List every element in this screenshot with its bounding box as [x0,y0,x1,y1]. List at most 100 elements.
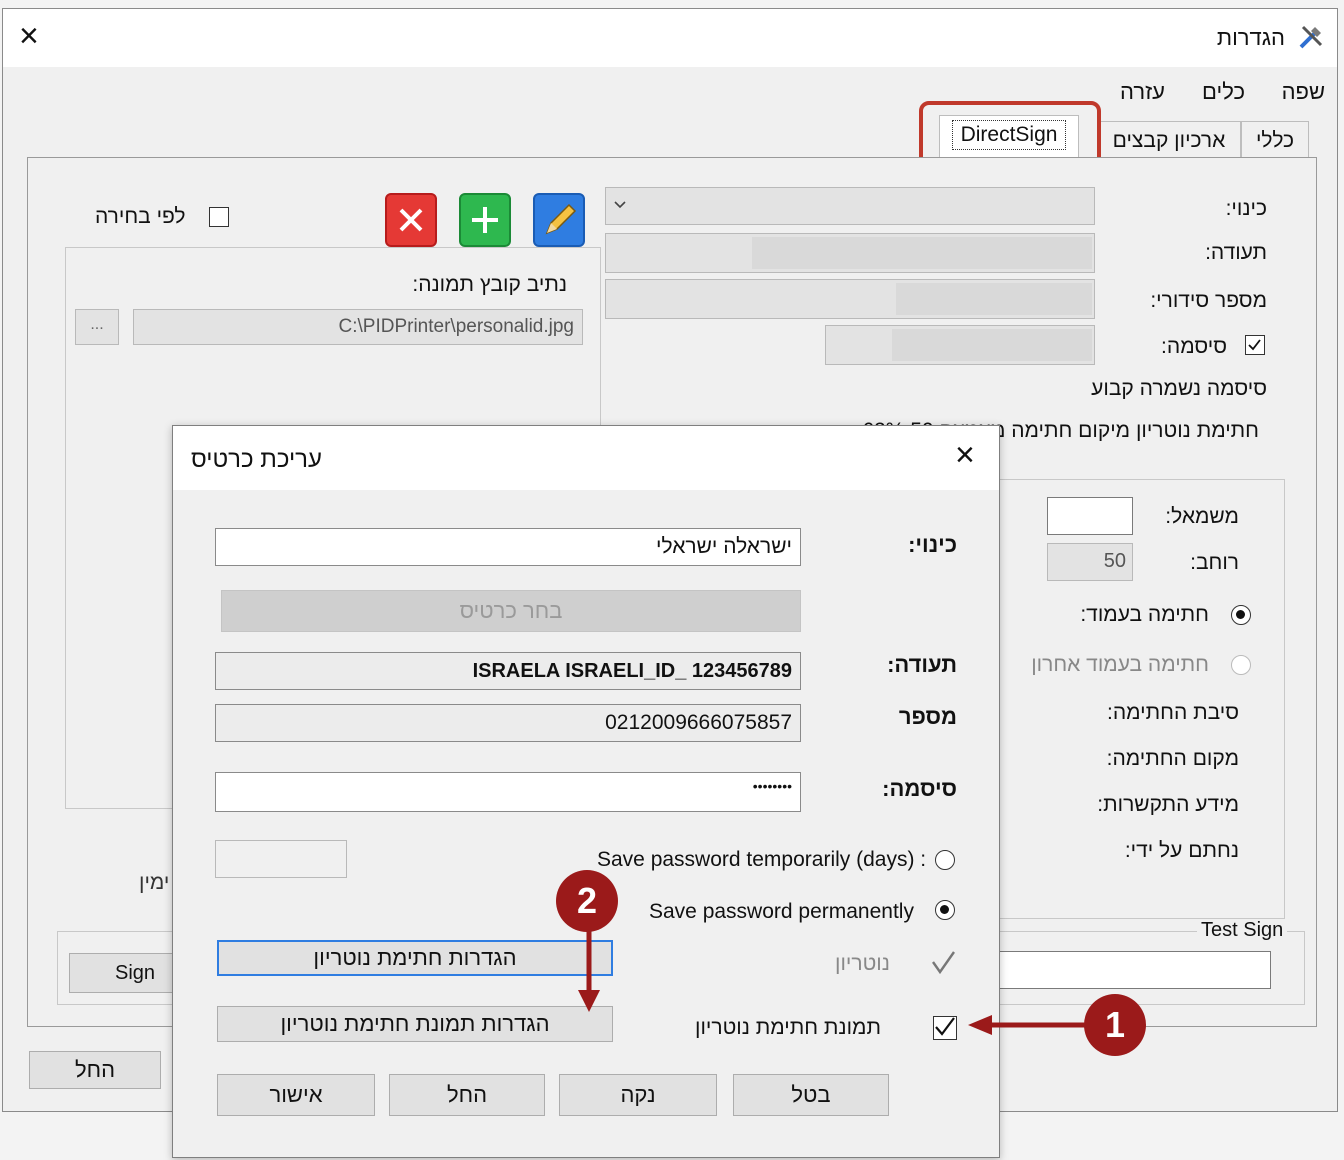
settings-tools-icon [1295,21,1327,53]
callout-2-arrow [578,926,600,1012]
callout-1: 1 [1084,994,1146,1056]
add-button[interactable] [459,193,511,247]
window-title: הגדרות [1216,25,1285,50]
cert-redacted [752,237,1092,269]
callout-2: 2 [556,870,618,932]
serial-redacted [896,283,1092,315]
dialog-password-value: •••••••• [752,778,792,794]
image-path-label: נתיב קובץ תמונה: [412,273,567,296]
sign-location-label: מקום החתימה: [1106,747,1239,770]
contact-info-label: מידע התקשרות: [1097,793,1239,816]
dialog-clear-label: נקה [620,1082,656,1107]
password-saved-text: סיסמה נשמרה קבוע [1091,377,1267,400]
notary-checkbox [931,950,955,976]
width-label: רוחב: [1190,551,1239,574]
password-redacted [892,329,1092,361]
cert-label: תעודה: [1205,241,1267,264]
by-choice-label: לפי בחירה [95,205,186,228]
dialog-cert-label: תעודה: [887,652,957,677]
main-apply-button[interactable]: החל [29,1051,161,1089]
image-path-value: C:\PIDPrinter\personalid.jpg [338,316,575,337]
password-label: סיסמה: [1161,335,1227,358]
edit-card-dialog: × עריכת כרטיס כינוי: ישראלה ישראלי בחר כ… [172,425,1000,1158]
sign-in-page-radio[interactable] [1231,605,1251,625]
sign-reason-label: סיבת החתימה: [1107,701,1239,724]
password-field [825,325,1095,365]
left-offset-input[interactable] [1047,497,1133,535]
dialog-alias-input[interactable]: ישראלה ישראלי [215,528,801,566]
dialog-cancel-button[interactable]: בטל [733,1074,889,1116]
test-sign-title: Test Sign [1197,919,1288,942]
browse-label: ... [90,316,104,333]
dialog-password-label: סיסמה: [882,776,957,801]
dialog-apply-button[interactable]: החל [389,1074,545,1116]
alias-label: כינוי: [1225,197,1267,220]
sign-button-label: Sign [114,962,156,984]
dialog-cancel-label: בטל [791,1082,831,1107]
notary-settings-label: הגדרות חתימת נוטריון [313,945,517,970]
notary-image-checkbox[interactable] [933,1016,957,1040]
dialog-ok-label: אישור [269,1082,323,1107]
serial-field [605,279,1095,319]
password-checkbox[interactable] [1245,335,1265,355]
delete-x-icon [399,208,423,232]
dialog-cert-value: ISRAELA ISRAELI_ID_ 123456789 [472,660,792,682]
test-sign-input[interactable] [999,951,1271,989]
serial-label: מספר סידורי: [1150,289,1267,312]
add-plus-icon [472,207,498,233]
dialog-title: עריכת כרטיס [191,446,322,473]
sign-in-page-label: חתימה בעמוד: [1080,603,1209,626]
save-perm-label: Save password permanently [649,900,914,923]
edit-pencil-icon [545,203,577,235]
tab-general[interactable]: כללי [1241,121,1309,159]
title-bar: × הגדרות [3,9,1337,67]
dialog-clear-button[interactable]: נקה [559,1074,717,1116]
menu-bar: שפה כלים עזרה [3,67,1337,115]
tab-file-archive[interactable]: ארכיון קבצים [1097,121,1241,159]
sign-last-page-label: חתימה בעמוד אחרון [1031,653,1209,676]
notary-image-settings-button[interactable]: הגדרות תמונת חתימת נוטריון [217,1006,613,1042]
by-choice-checkbox[interactable] [209,207,229,227]
dialog-close-button[interactable]: × [955,436,975,475]
dialog-alias-value: ישראלה ישראלי [656,535,792,558]
dialog-cert-field: ISRAELA ISRAELI_ID_ 123456789 [215,652,801,690]
alias-dropdown[interactable] [605,187,1095,225]
choose-card-label: בחר כרטיס [459,598,563,623]
notary-image-label: תמונת חתימת נוטריון [695,1016,881,1039]
dialog-apply-label: החל [446,1082,488,1107]
sign-last-page-radio [1231,655,1251,675]
left-offset-label: משמאל: [1165,505,1239,528]
menu-language[interactable]: שפה [1282,79,1325,105]
save-temp-label: Save password temporarily (days) : [597,848,927,871]
truncated-label: ימין [139,871,170,894]
callout-1-arrow [968,1015,1090,1035]
save-perm-radio[interactable] [935,900,955,920]
choose-card-button: בחר כרטיס [221,590,801,632]
close-button[interactable]: × [19,17,39,56]
notary-label: נוטריון [835,952,890,975]
main-apply-label: החל [74,1057,116,1082]
dialog-ok-button[interactable]: אישור [217,1074,375,1116]
menu-help[interactable]: עזרה [1120,79,1165,105]
browse-button[interactable]: ... [75,309,119,345]
edit-button[interactable] [533,193,585,247]
signed-by-label: נחתם על ידי: [1124,839,1239,862]
dialog-title-bar: × עריכת כרטיס [173,426,999,490]
notary-settings-button[interactable]: הגדרות חתימת נוטריון [217,940,613,976]
by-choice-group[interactable]: לפי בחירה [95,205,241,235]
notary-image-settings-label: הגדרות תמונת חתימת נוטריון [280,1011,550,1036]
dialog-alias-label: כינוי: [908,532,957,557]
save-days-input [215,840,347,878]
dialog-password-input[interactable]: •••••••• [215,772,801,812]
dropdown-chevron-icon [614,201,626,209]
dialog-number-label: מספר [898,704,957,729]
image-path-field[interactable]: C:\PIDPrinter\personalid.jpg [133,309,583,345]
width-input: 50 [1047,543,1133,581]
cert-field [605,233,1095,273]
dialog-number-field: 0212009666075857 [215,704,801,742]
save-temp-radio[interactable] [935,850,955,870]
menu-tools[interactable]: כלים [1202,79,1245,105]
dialog-number-value: 0212009666075857 [605,711,792,734]
width-value: 50 [1103,550,1126,572]
delete-button[interactable] [385,193,437,247]
